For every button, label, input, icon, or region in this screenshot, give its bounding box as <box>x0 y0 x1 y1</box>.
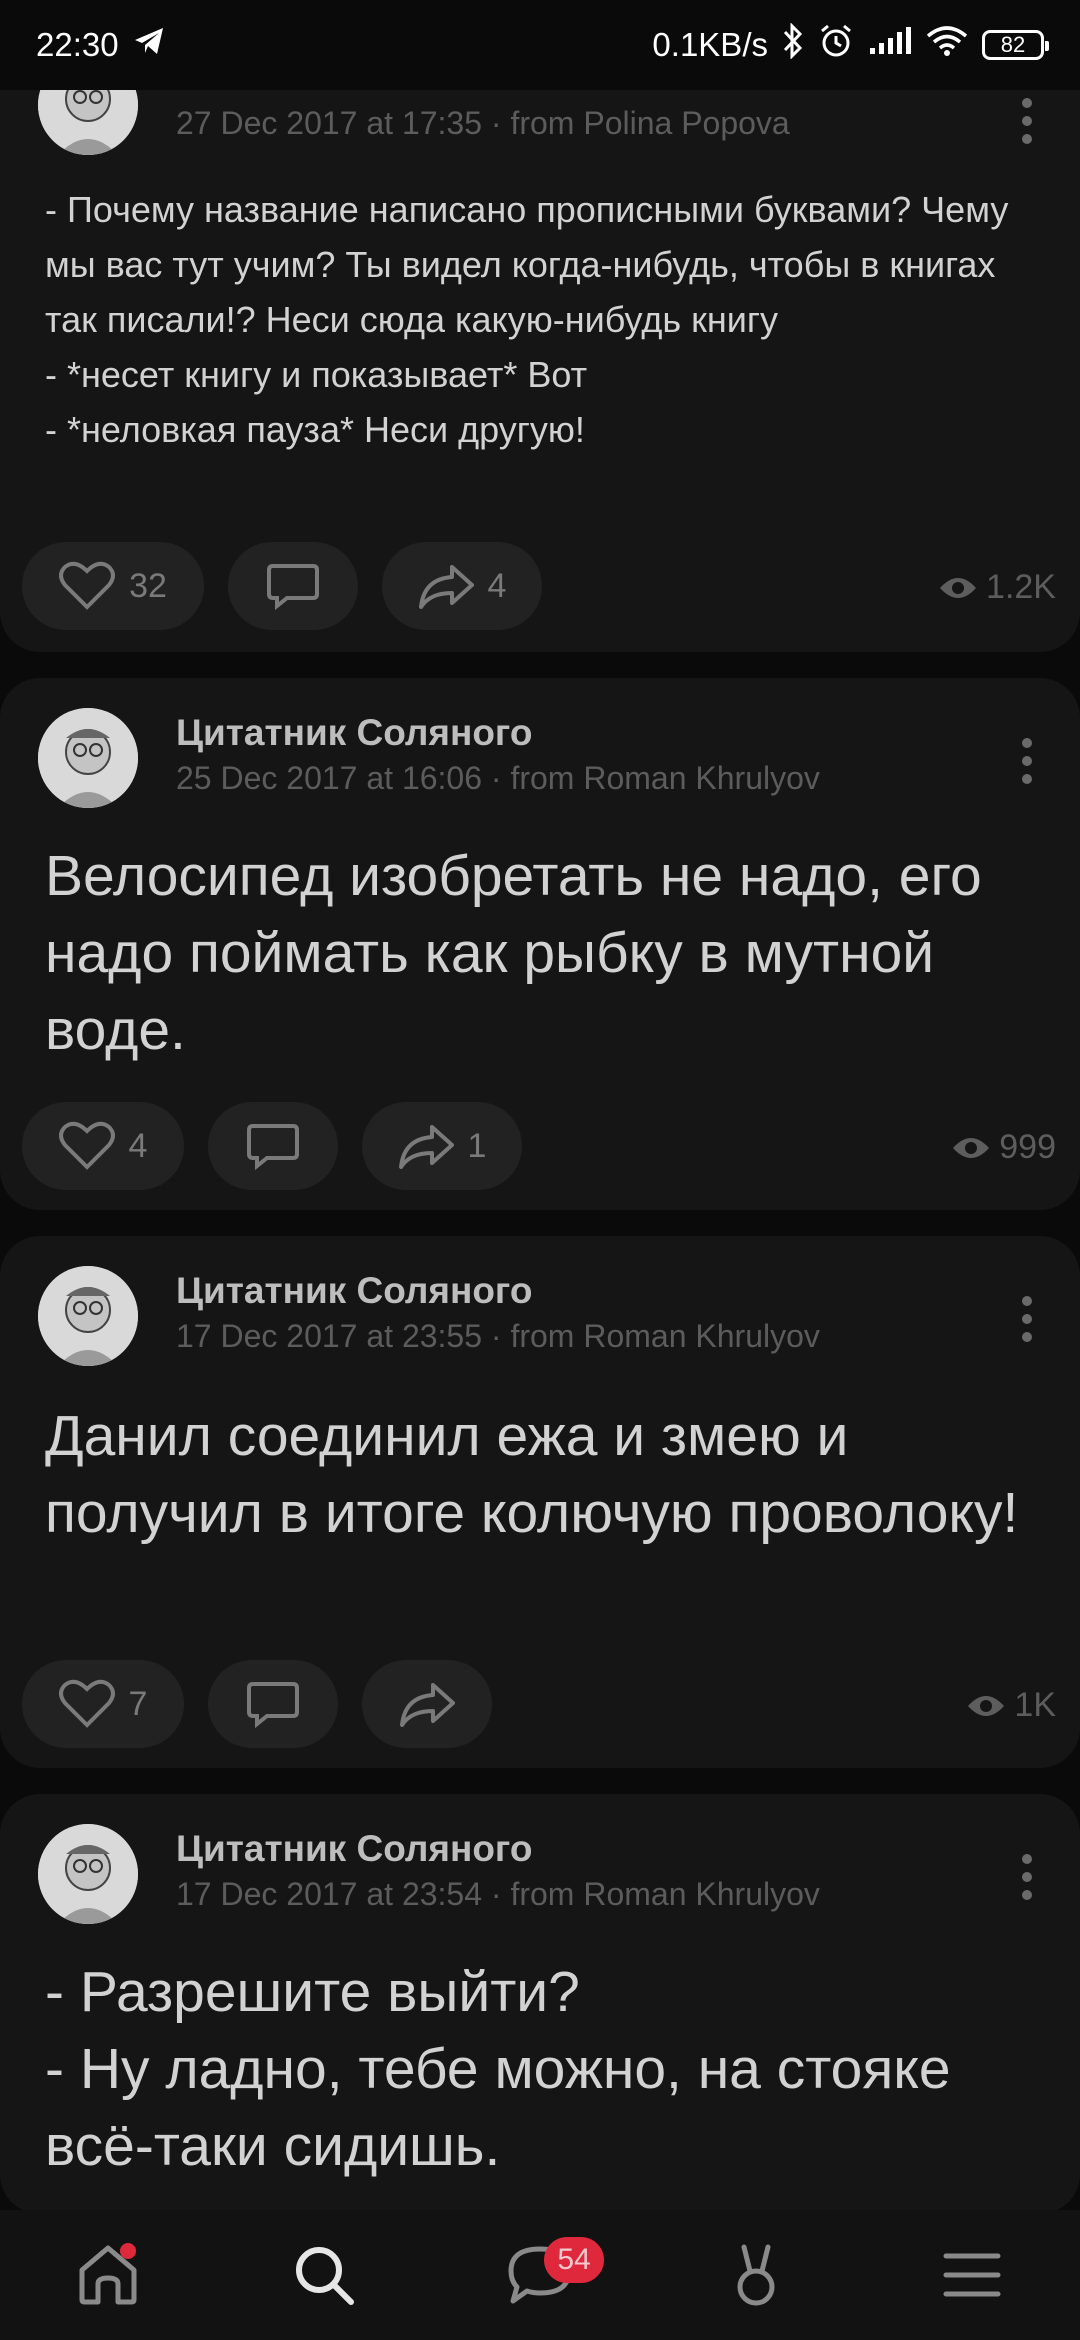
status-time: 22:30 <box>36 26 119 63</box>
post-author[interactable]: Цитатник Соляного <box>176 712 532 754</box>
like-count: 4 <box>128 1126 148 1165</box>
views-count: 1K <box>1014 1686 1056 1724</box>
like-button[interactable]: 4 <box>22 1102 184 1190</box>
wifi-icon <box>926 25 968 65</box>
avatar[interactable] <box>38 708 138 808</box>
nav-home[interactable] <box>58 2225 158 2325</box>
share-button[interactable]: 1 <box>362 1102 522 1190</box>
post-meta: 17 Dec 2017 at 23:54 · from Roman Khruly… <box>176 1876 820 1912</box>
heart-icon <box>58 1679 115 1728</box>
views-counter: 999 <box>951 1128 1056 1167</box>
post-text: Данил соединил ежа и змею и получил в ит… <box>45 1404 1019 1545</box>
post-meta: 17 Dec 2017 at 23:55 · from Roman Khruly… <box>176 1318 820 1354</box>
post-card: Цитатник Соляного 25 Dec 2017 at 16:06 ·… <box>0 678 1080 1210</box>
share-count: 1 <box>467 1126 487 1165</box>
comment-icon <box>247 1682 299 1728</box>
post-card: 27 Dec 2017 at 17:35 · from Polina Popov… <box>0 0 1080 652</box>
eye-icon <box>940 577 977 598</box>
post-text: Велосипед изобретать не надо, его надо п… <box>45 844 982 1062</box>
share-button[interactable] <box>362 1660 492 1748</box>
comment-button[interactable] <box>208 1102 338 1190</box>
eye-icon <box>953 1137 990 1158</box>
post-card: Цитатник Соляного 17 Dec 2017 at 23:54 ·… <box>0 1794 1080 2214</box>
alarm-icon <box>818 23 854 67</box>
share-count: 4 <box>487 566 507 605</box>
nav-menu[interactable] <box>922 2225 1022 2325</box>
post-author[interactable]: Цитатник Соляного <box>176 1828 532 1870</box>
nav-messages[interactable]: 54 <box>490 2225 604 2325</box>
share-icon <box>418 565 474 609</box>
views-counter: 1K <box>966 1686 1056 1725</box>
like-button[interactable]: 7 <box>22 1660 184 1748</box>
battery-icon: 82 <box>982 30 1049 60</box>
avatar[interactable] <box>38 1266 138 1366</box>
like-button[interactable]: 32 <box>22 542 204 630</box>
like-count: 32 <box>129 566 167 605</box>
eye-icon <box>968 1695 1005 1716</box>
telegram-icon <box>133 26 165 64</box>
share-icon <box>398 1125 454 1169</box>
views-count: 999 <box>999 1128 1056 1166</box>
more-options-icon[interactable] <box>1020 1296 1034 1342</box>
post-text: - Разрешите выйти? - Ну ладно, тебе можн… <box>45 1960 951 2178</box>
comment-button[interactable] <box>228 542 358 630</box>
network-speed: 0.1KB/s <box>652 26 768 63</box>
menu-icon <box>943 2253 1001 2297</box>
services-icon <box>737 2244 775 2306</box>
post-text: - Почему название написано прописными бу… <box>45 189 1009 450</box>
post-meta: 25 Dec 2017 at 16:06 · from Roman Khruly… <box>176 760 820 796</box>
like-count: 7 <box>128 1684 148 1723</box>
more-options-icon[interactable] <box>1020 1854 1034 1900</box>
messages-badge: 54 <box>544 2237 604 2283</box>
post-author[interactable]: Цитатник Соляного <box>176 1270 532 1312</box>
views-counter: 1.2K <box>938 568 1056 607</box>
share-button[interactable]: 4 <box>382 542 542 630</box>
comment-icon <box>267 564 319 610</box>
share-icon <box>400 1683 455 1727</box>
battery-level: 82 <box>1000 32 1026 57</box>
signal-icon <box>868 26 912 64</box>
comment-icon <box>247 1124 299 1170</box>
post-meta: 27 Dec 2017 at 17:35 · from Polina Popov… <box>176 105 790 141</box>
search-icon <box>296 2247 354 2305</box>
comment-button[interactable] <box>208 1660 338 1748</box>
notification-dot <box>120 2243 136 2259</box>
more-options-icon[interactable] <box>1020 98 1034 144</box>
more-options-icon[interactable] <box>1020 738 1034 784</box>
heart-icon <box>58 1121 115 1170</box>
status-bar: 22:30 0.1KB/s 82 <box>0 0 1080 90</box>
post-card: Цитатник Соляного 17 Dec 2017 at 23:55 ·… <box>0 1236 1080 1768</box>
bottom-navigation: 54 <box>0 2210 1080 2340</box>
heart-icon <box>59 561 116 610</box>
nav-services[interactable] <box>706 2225 806 2325</box>
views-count: 1.2K <box>986 568 1056 606</box>
bluetooth-icon <box>782 22 804 67</box>
avatar[interactable] <box>38 1824 138 1924</box>
nav-search[interactable] <box>274 2225 374 2325</box>
